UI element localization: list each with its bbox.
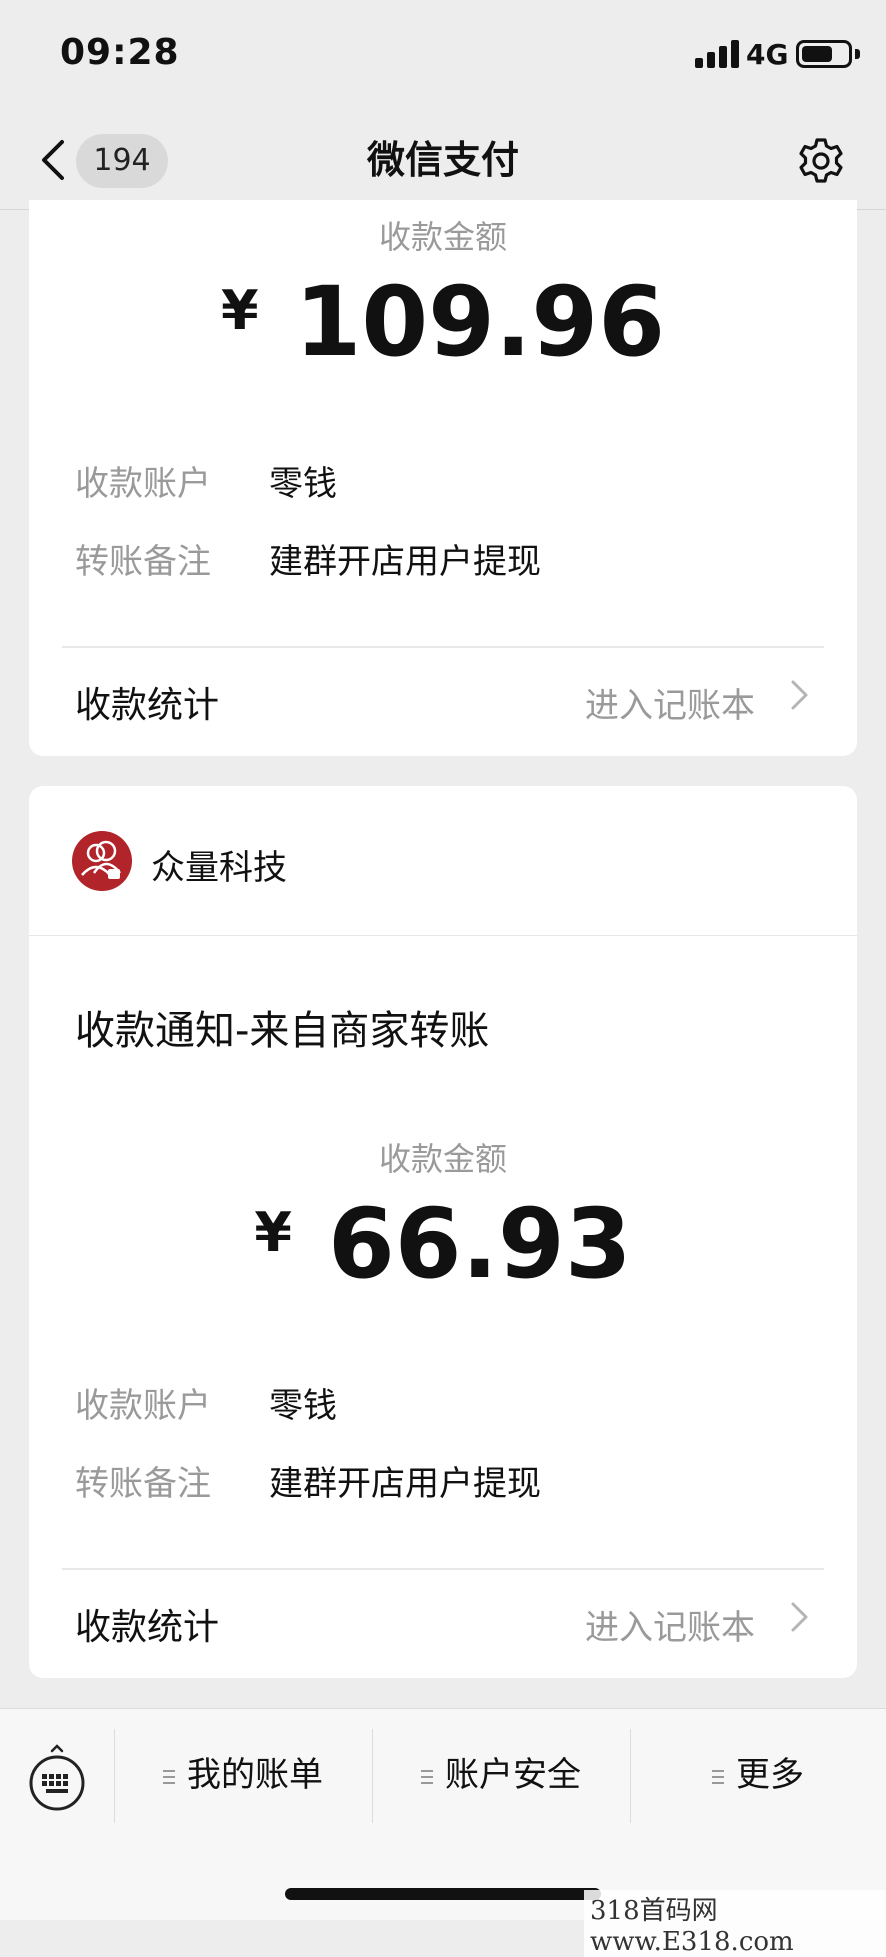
amount-value: ¥109.96 — [220, 266, 666, 378]
ledger-link[interactable]: 进入记账本 — [585, 1600, 755, 1649]
watermark: 318首码网 www.E318.com — [584, 1890, 886, 1957]
remark-label: 转账备注 — [75, 542, 211, 582]
status-time: 09:28 — [60, 32, 180, 73]
network-type: 4G — [746, 38, 789, 71]
navigation-bar: 194 微信支付 — [0, 110, 886, 210]
menu-account-security[interactable]: 账户安全 — [372, 1745, 630, 1805]
notice-title: 收款通知-来自商家转账 — [75, 1008, 490, 1054]
remark-value: 建群开店用户提现 — [269, 1464, 541, 1504]
account-value: 零钱 — [269, 464, 337, 504]
currency-symbol: ¥ — [254, 1201, 292, 1264]
amount-label: 收款金额 — [378, 1140, 507, 1178]
remark-label: 转账备注 — [75, 1464, 211, 1504]
menu-lines-icon — [163, 1770, 175, 1784]
gear-icon[interactable] — [796, 136, 846, 186]
merchant-logo — [72, 831, 132, 891]
payment-notice-card: 收款金额 ¥109.96 收款账户 零钱 转账备注 建群开店用户提现 收款统计 … — [29, 200, 857, 756]
amount-label: 收款金额 — [378, 218, 507, 256]
remark-value: 建群开店用户提现 — [269, 542, 541, 582]
stats-label[interactable]: 收款统计 — [75, 1598, 219, 1650]
divider — [62, 646, 824, 648]
unread-count-badge[interactable]: 194 — [76, 134, 168, 188]
account-label: 收款账户 — [75, 1386, 211, 1426]
divider — [62, 1568, 824, 1570]
signal-strength-icon — [695, 40, 739, 68]
merchant-header[interactable]: 众量科技 — [29, 786, 857, 936]
stats-label[interactable]: 收款统计 — [75, 676, 219, 728]
ledger-link[interactable]: 进入记账本 — [585, 678, 755, 727]
chevron-right-icon — [791, 680, 808, 710]
amount-value: ¥66.93 — [254, 1188, 632, 1300]
keyboard-icon[interactable] — [28, 1743, 86, 1813]
menu-more[interactable]: 更多 — [630, 1745, 886, 1805]
chevron-right-icon — [791, 1602, 808, 1632]
home-indicator[interactable] — [285, 1888, 601, 1900]
people-icon — [81, 840, 121, 879]
menu-lines-icon — [421, 1770, 433, 1784]
account-value: 零钱 — [269, 1386, 337, 1426]
back-arrow-icon[interactable] — [36, 138, 72, 182]
battery-icon — [796, 40, 852, 68]
battery-tip — [855, 49, 860, 59]
merchant-name: 众量科技 — [151, 848, 287, 888]
currency-symbol: ¥ — [220, 279, 259, 342]
account-label: 收款账户 — [75, 464, 211, 504]
status-bar: 09:28 4G — [0, 0, 886, 110]
menu-my-bills[interactable]: 我的账单 — [114, 1745, 372, 1805]
payment-notice-card: 众量科技 收款通知-来自商家转账 收款金额 ¥66.93 收款账户 零钱 转账备… — [29, 786, 857, 1678]
menu-lines-icon — [712, 1770, 724, 1784]
